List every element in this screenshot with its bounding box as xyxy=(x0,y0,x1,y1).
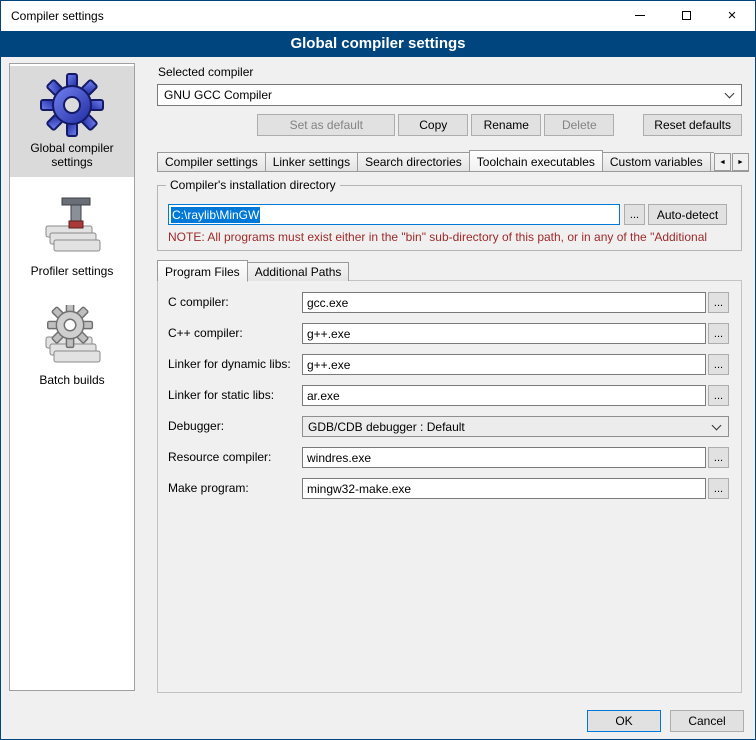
tab-toolchain-executables[interactable]: Toolchain executables xyxy=(469,150,603,171)
copy-button[interactable]: Copy xyxy=(398,114,468,136)
sidebar-item-global-compiler-settings[interactable]: Global compiler settings xyxy=(10,66,134,177)
maximize-icon xyxy=(682,11,691,20)
linker-static-label: Linker for static libs: xyxy=(168,385,274,406)
sidebar-item-label: Global compiler settings xyxy=(12,141,132,169)
make-program-browse-button[interactable]: ... xyxy=(708,478,729,499)
close-button[interactable]: × xyxy=(709,1,755,30)
ok-button[interactable]: OK xyxy=(587,710,661,732)
cancel-button[interactable]: Cancel xyxy=(670,710,744,732)
make-program-input[interactable] xyxy=(302,478,706,499)
sidebar-item-label: Batch builds xyxy=(12,373,132,387)
titlebar: Compiler settings × xyxy=(1,1,755,31)
installation-directory-group: Compiler's installation directory C:\ray… xyxy=(157,185,742,251)
sidebar-item-profiler-settings[interactable]: Profiler settings xyxy=(10,189,134,286)
chevron-down-icon xyxy=(725,89,735,99)
installation-directory-value: C:\raylib\MinGW xyxy=(171,207,260,223)
maximize-button[interactable] xyxy=(663,1,709,30)
linker-dynamic-label: Linker for dynamic libs: xyxy=(168,354,291,375)
set-as-default-button: Set as default xyxy=(257,114,395,136)
reset-defaults-button[interactable]: Reset defaults xyxy=(643,114,742,136)
profiler-icon xyxy=(40,196,104,260)
subtab-additional-paths[interactable]: Additional Paths xyxy=(247,262,350,281)
make-program-label: Make program: xyxy=(168,478,249,499)
dialog-banner: Global compiler settings xyxy=(1,31,755,57)
linker-static-input[interactable] xyxy=(302,385,706,406)
installation-directory-label: Compiler's installation directory xyxy=(166,178,340,192)
tab-scroll-right-button[interactable]: ► xyxy=(732,153,749,171)
minimize-button[interactable] xyxy=(617,1,663,30)
debugger-dropdown[interactable]: GDB/CDB debugger : Default xyxy=(302,416,729,437)
compiler-dropdown[interactable]: GNU GCC Compiler xyxy=(157,84,742,106)
subtab-program-files[interactable]: Program Files xyxy=(157,260,248,282)
window-controls: × xyxy=(617,1,755,31)
tab-compiler-settings[interactable]: Compiler settings xyxy=(157,152,266,171)
directory-browse-button[interactable]: ... xyxy=(624,204,645,225)
cpp-compiler-label: C++ compiler: xyxy=(168,323,243,344)
sidebar-item-label: Profiler settings xyxy=(12,264,132,278)
sidebar-item-batch-builds[interactable]: Batch builds xyxy=(10,298,134,395)
main-panel: Selected compiler GNU GCC Compiler Set a… xyxy=(157,63,749,695)
c-compiler-label: C compiler: xyxy=(168,292,229,313)
cpp-compiler-input[interactable] xyxy=(302,323,706,344)
dialog-footer: OK Cancel xyxy=(1,710,756,732)
c-compiler-browse-button[interactable]: ... xyxy=(708,292,729,313)
tab-search-directories[interactable]: Search directories xyxy=(357,152,470,171)
delete-button: Delete xyxy=(544,114,614,136)
linker-static-browse-button[interactable]: ... xyxy=(708,385,729,406)
resource-compiler-input[interactable] xyxy=(302,447,706,468)
batch-builds-icon xyxy=(40,305,104,369)
linker-dynamic-input[interactable] xyxy=(302,354,706,375)
arrow-right-icon: ► xyxy=(737,159,744,166)
debugger-dropdown-value: GDB/CDB debugger : Default xyxy=(303,420,713,434)
tab-linker-settings[interactable]: Linker settings xyxy=(265,152,358,171)
compiler-buttons: Set as default Copy Rename Delete Reset … xyxy=(157,114,742,136)
program-files-panel: C compiler: ... C++ compiler: ... Linker… xyxy=(157,280,742,693)
gear-icon xyxy=(40,73,104,137)
tab-scroll-left-button[interactable]: ◄ xyxy=(714,153,731,171)
auto-detect-button[interactable]: Auto-detect xyxy=(648,204,727,225)
resource-compiler-label: Resource compiler: xyxy=(168,447,271,468)
selected-compiler-label: Selected compiler xyxy=(158,65,253,79)
tab-custom-variables[interactable]: Custom variables xyxy=(602,152,711,171)
rename-button[interactable]: Rename xyxy=(471,114,541,136)
minimize-icon xyxy=(635,15,645,16)
c-compiler-input[interactable] xyxy=(302,292,706,313)
programs-subtabstrip: Program Files Additional Paths xyxy=(157,259,742,281)
tab-scroll-arrows: ◄ ► xyxy=(714,153,749,171)
debugger-label: Debugger: xyxy=(168,416,224,437)
compiler-settings-window: Compiler settings × Global compiler sett… xyxy=(0,0,756,740)
settings-sidebar: Global compiler settings Profiler settin… xyxy=(9,63,135,691)
resource-compiler-browse-button[interactable]: ... xyxy=(708,447,729,468)
arrow-left-icon: ◄ xyxy=(719,159,726,166)
window-title: Compiler settings xyxy=(1,9,104,23)
close-icon: × xyxy=(728,8,737,23)
compiler-dropdown-value: GNU GCC Compiler xyxy=(158,88,726,102)
settings-tabstrip: Compiler settings Linker settings Search… xyxy=(157,150,749,172)
directory-note: NOTE: All programs must exist either in … xyxy=(168,230,740,244)
installation-directory-input[interactable]: C:\raylib\MinGW xyxy=(168,204,620,225)
cpp-compiler-browse-button[interactable]: ... xyxy=(708,323,729,344)
linker-dynamic-browse-button[interactable]: ... xyxy=(708,354,729,375)
chevron-down-icon xyxy=(712,420,722,430)
tabs-clip: Compiler settings Linker settings Search… xyxy=(157,149,714,171)
